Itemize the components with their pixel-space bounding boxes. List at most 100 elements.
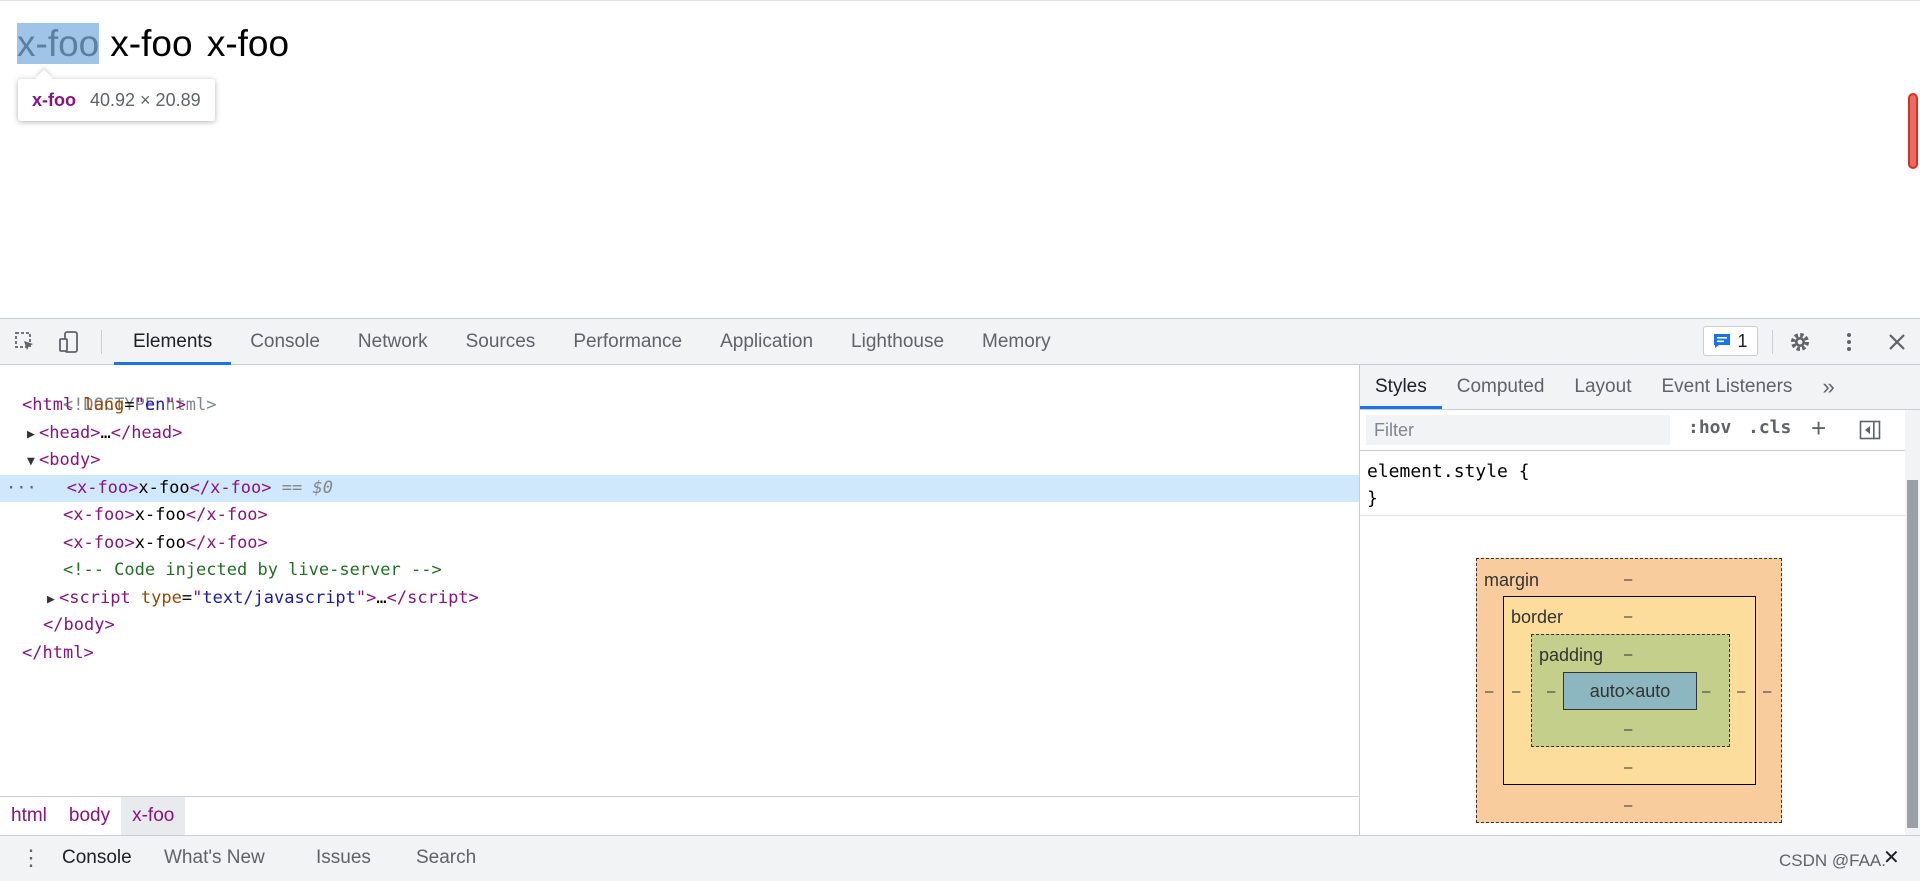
box-model-content[interactable]: auto×auto (1563, 672, 1697, 710)
tooltip-tag: x-foo (32, 89, 76, 110)
breadcrumb-html[interactable]: html (0, 805, 58, 827)
message-icon (1714, 334, 1731, 348)
expand-triangle-icon[interactable]: ▶ (47, 586, 59, 613)
page-scrollbar[interactable] (1908, 93, 1918, 169)
border-top-value[interactable]: – (1624, 608, 1632, 625)
tab-layout[interactable]: Layout (1559, 365, 1646, 409)
border-label: border (1511, 607, 1564, 627)
toolbar-divider (101, 330, 102, 354)
tag-name: x-foo (210, 478, 262, 498)
x-foo-element-highlighted[interactable]: x-foo (17, 23, 100, 64)
tag-name: head (131, 423, 173, 443)
gutter-dots-icon[interactable]: ··· (0, 478, 37, 498)
element-style-rule[interactable]: element.style { } (1367, 458, 1530, 512)
dom-node-script[interactable]: ▶ <script type="text/javascript">…</scrip… (0, 585, 1359, 612)
dom-node-html[interactable]: <html lang="en"> (0, 392, 1359, 419)
dom-node-x-foo[interactable]: <x-foo>x-foo</x-foo> (0, 530, 1359, 557)
drawer-tab-search[interactable]: Search (416, 836, 476, 880)
padding-bottom-value[interactable]: – (1624, 721, 1632, 738)
dom-node-x-foo-selected[interactable]: ··· <x-foo>x-foo</x-foo> == $0 (0, 475, 1359, 502)
new-style-rule-icon[interactable]: + (1811, 413, 1826, 444)
collapsed-ellipsis[interactable]: … (100, 423, 110, 443)
device-toolbar-icon[interactable] (59, 331, 81, 353)
styles-filter-input[interactable] (1366, 415, 1670, 445)
hov-toggle[interactable]: :hov (1688, 417, 1731, 438)
margin-left-value[interactable]: – (1485, 683, 1493, 700)
drawer-tab-console[interactable]: Console (62, 836, 132, 880)
tab-styles[interactable]: Styles (1360, 365, 1442, 409)
tag-name: head (49, 423, 91, 443)
dom-node-comment[interactable]: <!-- Code injected by live-server --> (0, 557, 1359, 584)
tab-lighthouse[interactable]: Lighthouse (832, 319, 963, 365)
rule-selector[interactable]: element.style { (1367, 458, 1530, 485)
page-viewport: x-foo x-foo x-foo x-foo 40.92 × 20.89 (0, 0, 1920, 318)
dom-node-doctype[interactable]: <!DOCTYPE html> (0, 365, 1359, 415)
tag-name: body (63, 615, 105, 635)
collapsed-ellipsis[interactable]: … (376, 588, 386, 608)
attr-name: lang (83, 395, 125, 415)
tag-name: x-foo (73, 505, 125, 525)
styles-filter-bar: :hov .cls + (1360, 410, 1905, 451)
toggle-sidebar-icon[interactable] (1859, 419, 1881, 446)
sidebar-scrollbar[interactable] (1905, 410, 1920, 835)
padding-right-value[interactable]: – (1702, 683, 1710, 700)
attr-value: text/javascript (202, 588, 356, 608)
close-devtools-icon[interactable] (1886, 331, 1908, 353)
tab-elements[interactable]: Elements (114, 319, 232, 365)
padding-top-value[interactable]: – (1624, 646, 1632, 663)
border-bottom-value[interactable]: – (1624, 759, 1632, 776)
more-options-icon[interactable] (1838, 331, 1860, 353)
sidebar-tabs: Styles Computed Layout Event Listeners » (1360, 365, 1920, 410)
watermark: CSDN @FAA. (1779, 851, 1886, 870)
collapse-triangle-icon[interactable]: ▼ (27, 448, 39, 475)
dom-node-html-close[interactable]: </html> (0, 640, 1359, 667)
tab-application[interactable]: Application (701, 319, 832, 365)
tab-console[interactable]: Console (231, 319, 339, 365)
x-foo-element[interactable]: x-foo (110, 23, 196, 64)
tab-network[interactable]: Network (339, 319, 447, 365)
scrollbar-thumb[interactable] (1907, 480, 1918, 828)
drawer-tab-issues[interactable]: Issues (316, 836, 371, 880)
node-text: x-foo (138, 478, 190, 498)
tab-performance[interactable]: Performance (554, 319, 701, 365)
breadcrumb-body[interactable]: body (58, 805, 121, 827)
margin-top-value[interactable]: – (1624, 571, 1632, 588)
dom-node-body[interactable]: ▼ <body> (0, 447, 1359, 474)
inspect-element-icon[interactable] (14, 331, 36, 353)
issues-badge[interactable]: 1 (1703, 326, 1758, 356)
breadcrumb-x-foo[interactable]: x-foo (121, 797, 186, 835)
node-text: x-foo (134, 505, 186, 525)
drawer-menu-icon[interactable]: ⋮ (20, 836, 42, 880)
tag-name: x-foo (76, 478, 129, 498)
drawer-tab-whats-new[interactable]: What's New (164, 836, 265, 880)
issues-count: 1 (1737, 330, 1748, 351)
tag-name: x-foo (206, 505, 258, 525)
selected-marker: == $0 (281, 478, 333, 498)
margin-label: margin (1484, 570, 1540, 590)
devtools-toolbar: Elements Console Network Sources Perform… (0, 318, 1920, 365)
dom-node-head[interactable]: ▶ <head>…</head> (0, 420, 1359, 447)
margin-bottom-value[interactable]: – (1624, 797, 1632, 814)
gear-icon[interactable] (1789, 331, 1811, 353)
styles-sidebar: Styles Computed Layout Event Listeners »… (1359, 365, 1920, 835)
tag-name: body (49, 450, 91, 470)
tag-name: html (42, 643, 84, 663)
tooltip-dimensions: 40.92 × 20.89 (90, 89, 201, 110)
elements-tree: <!DOCTYPE html> <html lang="en"> ▶ <head>… (0, 365, 1359, 796)
cls-toggle[interactable]: .cls (1748, 417, 1791, 438)
tab-memory[interactable]: Memory (963, 319, 1070, 365)
dom-node-x-foo[interactable]: <x-foo>x-foo</x-foo> (0, 502, 1359, 529)
border-left-value[interactable]: – (1512, 683, 1520, 700)
tag-name: x-foo (73, 533, 125, 553)
tab-computed[interactable]: Computed (1442, 365, 1560, 409)
expand-triangle-icon[interactable]: ▶ (27, 421, 39, 448)
padding-left-value[interactable]: – (1547, 683, 1555, 700)
margin-right-value[interactable]: – (1763, 683, 1771, 700)
border-right-value[interactable]: – (1737, 683, 1745, 700)
more-tabs-icon[interactable]: » (1807, 365, 1849, 409)
tab-sources[interactable]: Sources (447, 319, 555, 365)
node-text: x-foo (134, 533, 186, 553)
x-foo-element[interactable]: x-foo (207, 23, 293, 64)
tab-event-listeners[interactable]: Event Listeners (1646, 365, 1807, 409)
dom-node-body-close[interactable]: </body> (0, 612, 1359, 639)
